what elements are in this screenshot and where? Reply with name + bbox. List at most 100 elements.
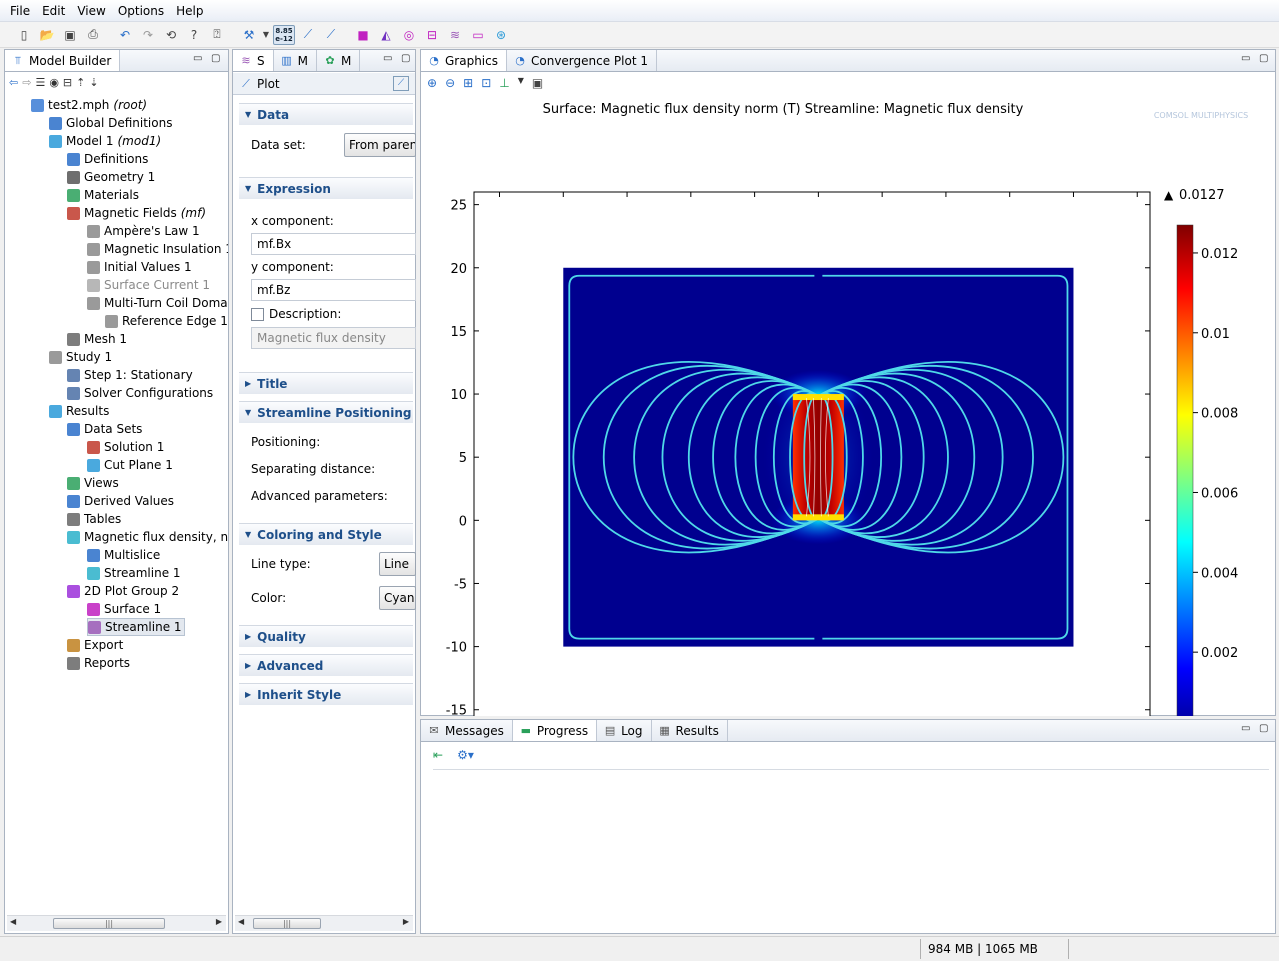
menu-file[interactable]: File [4,4,36,18]
plot-canvas[interactable]: Surface: Magnetic flux density norm (T) … [421,96,1275,716]
tree-item[interactable]: Step 1: Stationary [67,366,193,384]
tree-item[interactable]: Data Sets [67,420,142,438]
tree-item[interactable]: Study 1 [49,348,112,366]
section-inherit-style[interactable]: ▶ Inherit Style [239,683,413,705]
color-select[interactable]: Cyan [379,586,416,610]
tree-item[interactable]: Materials [67,186,139,204]
settings-maximize-icon[interactable]: ▢ [401,53,410,64]
section-data[interactable]: ▼ Data [239,103,413,125]
tree-item[interactable]: Surface Current 1 [87,276,210,294]
tab-log[interactable]: ▤ Log [597,720,652,741]
settings-scroll-thumb[interactable]: ||| [253,918,321,929]
tab-convergence-plot[interactable]: ◔ Convergence Plot 1 [507,50,657,71]
derived-values-toolbar-button[interactable]: 8.85 e-12 [273,24,295,45]
tree-item[interactable]: Magnetic Insulation 1 [87,240,228,258]
tree-item[interactable]: Multislice [87,546,160,564]
new-file-icon[interactable]: ▯ [14,25,34,45]
back-icon[interactable]: ⇦ [9,76,18,94]
tab-graphics[interactable]: ◔ Graphics [421,50,507,71]
menu-help[interactable]: Help [170,4,209,18]
graphics-maximize-icon[interactable]: ▢ [1259,53,1268,64]
tree-item[interactable]: Multi-Turn Coil Domai [87,294,228,312]
zoom-out-icon[interactable]: ⊖ [445,76,455,94]
tree-item[interactable]: Solution 1 [87,438,164,456]
progress-settings-icon[interactable]: ⚙▾ [457,748,474,769]
volume-plot-icon[interactable]: ◭ [376,25,396,45]
description-field[interactable]: Magnetic flux density [251,327,416,349]
zoom-in-icon[interactable]: ⊕ [427,76,437,94]
tree-item[interactable]: test2.mph (root) [31,96,147,114]
data-set-select[interactable]: From parent [344,133,416,157]
messages-maximize-icon[interactable]: ▢ [1259,723,1268,734]
table-surface-icon[interactable]: ▭ [468,25,488,45]
tree-item[interactable]: Magnetic flux density, nor [67,528,228,546]
x-component-field[interactable]: mf.Bx [251,233,416,255]
tree-item[interactable]: Ampère's Law 1 [87,222,200,240]
slice-plot-icon[interactable]: ⊟ [422,25,442,45]
save-icon[interactable]: ▣ [60,25,80,45]
context-help-icon[interactable]: ⍰ [207,25,227,45]
collapse-icon[interactable]: ⊟ [63,76,72,94]
line-plot-icon[interactable]: ⟋ [321,25,341,45]
tree-item[interactable]: Streamline 1 [87,564,181,582]
streamline-toolbar-icon[interactable]: ≋ [445,25,465,45]
tree-item[interactable]: Magnetic Fields (mf) [67,204,206,222]
tree-item[interactable]: Surface 1 [87,600,161,618]
graphics-minimize-icon[interactable]: ▭ [1241,53,1250,64]
section-coloring-style[interactable]: ▼ Coloring and Style [239,523,413,545]
surface-plot-icon[interactable]: ■ [353,25,373,45]
tab-settings[interactable]: ≋ S [233,50,274,71]
section-advanced[interactable]: ▶ Advanced [239,654,413,676]
tab-messages[interactable]: ✉ Messages [421,720,513,741]
tree-item[interactable]: Global Definitions [49,114,172,132]
tree-item[interactable]: Initial Values 1 [87,258,192,276]
tree-item[interactable]: Derived Values [67,492,174,510]
tree-item[interactable]: Cut Plane 1 [87,456,173,474]
zoom-extents-icon[interactable]: ⊡ [481,76,491,94]
y-component-field[interactable]: mf.Bz [251,279,416,301]
tree-item[interactable]: Mesh 1 [67,330,127,348]
show-icon[interactable]: ◉ [49,76,59,94]
menu-options[interactable]: Options [112,4,170,18]
compact-history-icon[interactable]: ⟲ [161,25,181,45]
expand-all-icon[interactable]: ☰ [35,76,45,94]
sort-down-icon[interactable]: ⇣ [89,76,98,94]
minimize-icon[interactable]: ▭ [193,53,202,64]
section-streamline-positioning[interactable]: ▼ Streamline Positioning [239,401,413,423]
dropdown-arrow-icon[interactable]: ▼ [262,25,270,45]
menu-edit[interactable]: Edit [36,4,71,18]
tree-item[interactable]: Solver Configurations [67,384,213,402]
plot-button-icon[interactable]: ⟋ [393,76,409,91]
menu-view[interactable]: View [71,4,111,18]
tree-item[interactable]: Reports [67,654,130,672]
line-type-select[interactable]: Line [379,552,416,576]
tab-material-browser[interactable]: ✿ M [317,50,361,71]
section-quality[interactable]: ▶ Quality [239,625,413,647]
clear-icon[interactable]: ⇤ [433,748,443,769]
tree-item[interactable]: Results [49,402,109,420]
axis-icon[interactable]: ⊥ [499,76,509,94]
tree-item[interactable]: Views [67,474,119,492]
messages-minimize-icon[interactable]: ▭ [1241,723,1250,734]
settings-scrollbar[interactable]: ◀ ||| ▶ [235,915,413,931]
model-tree-scrollbar[interactable]: ◀ ||| ▶ [7,915,226,931]
maximize-icon[interactable]: ▢ [211,53,220,64]
settings-minimize-icon[interactable]: ▭ [383,53,392,64]
redo-icon[interactable]: ↷ [138,25,158,45]
tab-results[interactable]: ▦ Results [652,720,728,741]
open-file-icon[interactable]: 📂 [37,25,57,45]
tree-item[interactable]: Export [67,636,123,654]
scroll-thumb[interactable]: ||| [53,918,165,929]
undo-icon[interactable]: ↶ [115,25,135,45]
sort-up-icon[interactable]: ⇡ [76,76,85,94]
section-title[interactable]: ▶ Title [239,372,413,394]
tree-item[interactable]: Geometry 1 [67,168,155,186]
print-icon[interactable]: ⎙ [83,25,103,45]
arrow-plot-icon[interactable]: ⟋ [298,25,318,45]
build-all-icon[interactable]: ⚒ [239,25,259,45]
axis-dropdown-icon[interactable]: ▼ [518,76,524,94]
help-icon[interactable]: ? [184,25,204,45]
tree-item[interactable]: Tables [67,510,121,528]
description-checkbox[interactable] [251,308,264,321]
tree-item[interactable]: Streamline 1 [87,618,185,636]
